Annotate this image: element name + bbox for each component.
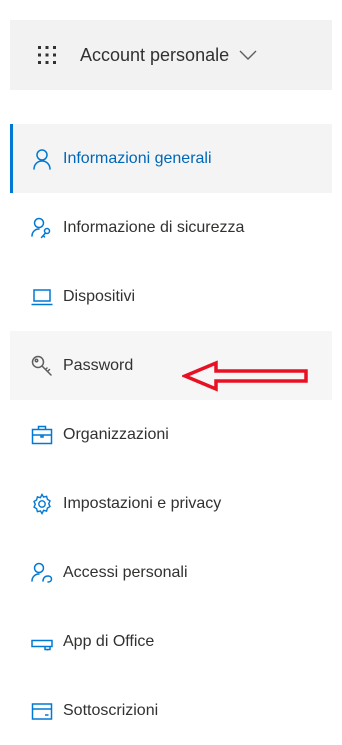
laptop-icon: [31, 288, 53, 305]
sidebar-item-label: Dispositivi: [63, 287, 136, 305]
sidebar-item-informazione-di-sicurezza[interactable]: Informazione di sicurezza: [10, 193, 332, 262]
sidebar-item-label: App di Office: [63, 632, 155, 650]
subscription-card-icon: [31, 702, 53, 720]
gear-icon: [33, 492, 51, 515]
sidebar-item-app-di-office[interactable]: App di Office: [10, 607, 332, 676]
sidebar-item-label: Sottoscrizioni: [63, 701, 159, 719]
sidebar-item-label: Organizzazioni: [63, 425, 169, 443]
waffle-icon[interactable]: [36, 44, 58, 66]
account-switcher[interactable]: Account personale: [10, 20, 332, 90]
sidebar-item-dispositivi[interactable]: Dispositivi: [10, 262, 332, 331]
sidebar-item-label: Impostazioni e privacy: [63, 494, 222, 512]
sidebar-item-informazioni-generali[interactable]: Informazioni generali: [10, 124, 332, 193]
key-icon: [31, 355, 52, 376]
annotation-arrow: [182, 360, 308, 392]
sidebar-item-impostazioni-e-privacy[interactable]: Impostazioni e privacy: [10, 469, 332, 538]
sidebar-nav: Informazioni generali Informazione di si…: [10, 124, 332, 745]
person-key-icon: [31, 217, 51, 238]
sidebar-item-sottoscrizioni[interactable]: Sottoscrizioni: [10, 676, 332, 745]
office-apps-icon: [31, 639, 53, 650]
sidebar-item-label: Informazioni generali: [63, 149, 212, 167]
chevron-down-icon: [239, 50, 257, 60]
person-icon: [33, 148, 51, 170]
sidebar-item-label: Accessi personali: [63, 563, 188, 581]
sidebar-item-label: Informazione di sicurezza: [63, 218, 245, 236]
sidebar-item-organizzazioni[interactable]: Organizzazioni: [10, 400, 332, 469]
briefcase-icon: [31, 425, 53, 444]
account-switcher-title: Account personale: [80, 44, 230, 65]
sidebar-item-label: Password: [63, 356, 134, 374]
person-sign-in-icon: [31, 562, 53, 583]
sidebar-item-accessi-personali[interactable]: Accessi personali: [10, 538, 332, 607]
